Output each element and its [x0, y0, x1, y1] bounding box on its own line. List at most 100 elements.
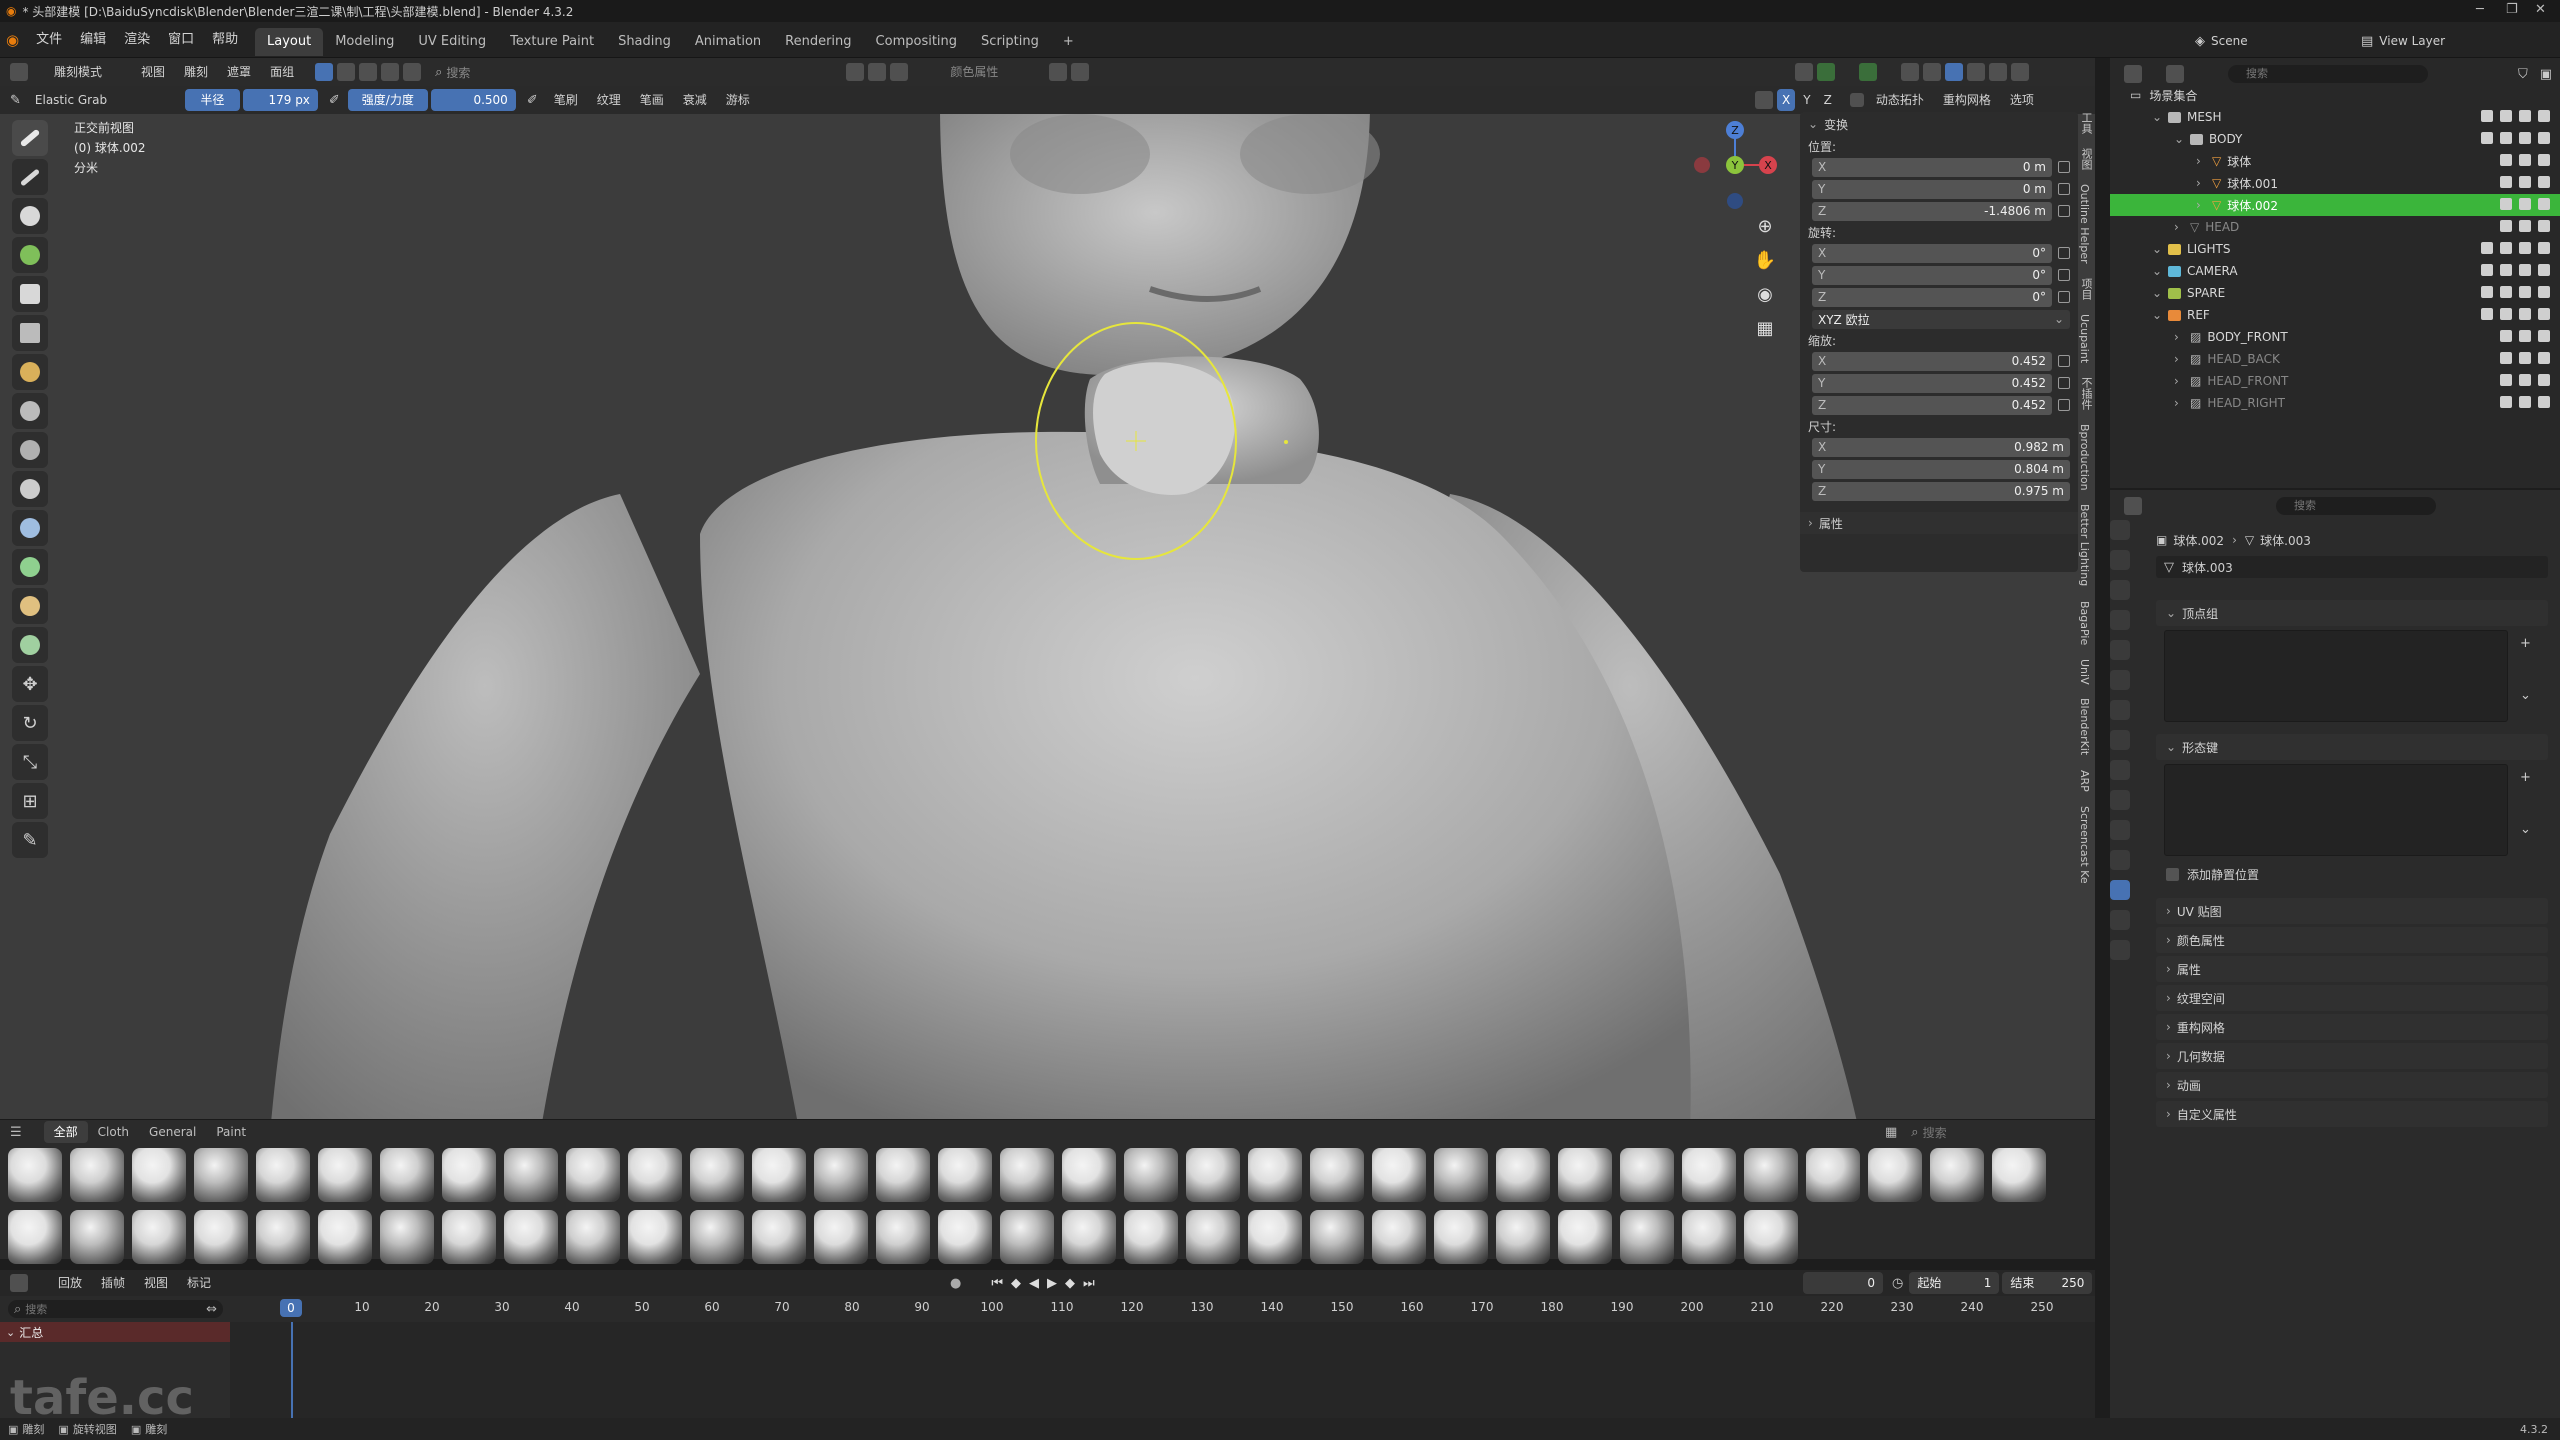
camera-render-icon[interactable]: [2538, 198, 2550, 210]
checkbox-icon[interactable]: [2481, 132, 2493, 144]
draw-brush-tool[interactable]: [12, 120, 48, 156]
outliner-row[interactable]: › ▨ HEAD_BACK: [2110, 348, 2560, 370]
mirror-x-toggle[interactable]: X: [1777, 89, 1796, 111]
checkbox-icon[interactable]: [2481, 242, 2493, 254]
xray-toggle-icon[interactable]: [1901, 63, 1919, 81]
brush-preset-tile[interactable]: [1372, 1210, 1426, 1264]
end-frame-field[interactable]: 结束 250: [2002, 1272, 2093, 1294]
radius-field[interactable]: 179 px: [242, 89, 318, 111]
expand-chevron-icon[interactable]: ⌄: [2152, 110, 2162, 124]
brush-preset-tile[interactable]: [1868, 1148, 1922, 1202]
grab-brush-tool[interactable]: [12, 198, 48, 234]
camera-render-icon[interactable]: [2538, 374, 2550, 386]
dyntopo-dropdown[interactable]: 动态拓扑: [1868, 89, 1932, 111]
mode-selector[interactable]: 雕刻模式: [46, 61, 110, 83]
brush-preset-tile[interactable]: [1372, 1148, 1426, 1202]
brush-preset-tile[interactable]: [8, 1148, 62, 1202]
scale-x-field[interactable]: X 0.452: [1812, 351, 2052, 371]
scale-tool[interactable]: ⤡: [12, 744, 48, 780]
minimize-button[interactable]: ─: [2476, 2, 2484, 17]
filter-icon[interactable]: [868, 63, 887, 81]
outliner-row[interactable]: › ▨ HEAD_RIGHT: [2110, 392, 2560, 414]
brush-preset-tile[interactable]: [1000, 1148, 1054, 1202]
camera-render-icon[interactable]: [2538, 154, 2550, 166]
timeline-ruler[interactable]: ⌕ 搜索 ⇔ 10 20 30 40 50 60 70 80 90 100 110 120 130 140…: [0, 1296, 2095, 1322]
select-arrow-icon[interactable]: [2500, 220, 2512, 232]
shading-options-icon[interactable]: [2011, 63, 2029, 81]
tab-rendering[interactable]: Rendering: [773, 28, 863, 56]
eye-icon[interactable]: [2519, 308, 2531, 320]
brush-preset-tile[interactable]: [1062, 1148, 1116, 1202]
expand-chevron-icon[interactable]: ⌄: [2174, 132, 2184, 146]
rotate-tool[interactable]: ↻: [12, 705, 48, 741]
brush-preset-tile[interactable]: [1682, 1148, 1736, 1202]
color-attribute-dropdown[interactable]: 颜色属性: [942, 61, 1006, 83]
current-frame-field[interactable]: 0: [1803, 1272, 1883, 1294]
camera-render-icon[interactable]: [2538, 396, 2550, 408]
overlays-icon[interactable]: [1859, 63, 1877, 81]
lock-icon[interactable]: [2058, 205, 2070, 217]
menu-file[interactable]: 文件: [27, 22, 71, 58]
start-frame-field[interactable]: 起始 1: [1909, 1272, 2000, 1294]
add-shape-key-button[interactable]: +: [2520, 770, 2531, 785]
menu-brush[interactable]: 笔刷: [546, 89, 586, 111]
color-filter-tool[interactable]: [12, 549, 48, 585]
brush-preset-tile[interactable]: [1620, 1148, 1674, 1202]
brush-preset-tile[interactable]: [1992, 1148, 2046, 1202]
shading-solid-icon[interactable]: [1945, 63, 1963, 81]
outliner-row[interactable]: ⌄ MESH: [2110, 106, 2560, 128]
outliner-row[interactable]: ⌄ BODY: [2110, 128, 2560, 150]
properties-section[interactable]: › 几何数据: [2156, 1043, 2548, 1069]
eye-icon[interactable]: [2519, 176, 2531, 188]
brush-preset-tile[interactable]: [1186, 1148, 1240, 1202]
scene-collection-label[interactable]: 场景集合: [2149, 87, 2197, 104]
brush-preset-tile[interactable]: [380, 1210, 434, 1264]
display-mode-icon[interactable]: [2166, 65, 2184, 83]
shield-icon[interactable]: [890, 63, 909, 81]
play-icon[interactable]: ▶: [1047, 1276, 1057, 1291]
strength-field[interactable]: 0.500: [430, 89, 516, 111]
sidebar-tab-bproduction[interactable]: Bproduction: [2078, 424, 2091, 491]
menu-timeline-view[interactable]: 视图: [136, 1272, 176, 1294]
mirror-icon[interactable]: [1755, 91, 1773, 109]
annotate-tool[interactable]: ✎: [12, 822, 48, 858]
tab-compositing[interactable]: Compositing: [864, 28, 970, 56]
select-arrow-icon[interactable]: [2500, 242, 2512, 254]
brush-preset-tile[interactable]: [380, 1148, 434, 1202]
select-arrow-icon[interactable]: [2500, 396, 2512, 408]
mask-tool[interactable]: [12, 276, 48, 312]
outliner-row[interactable]: ⌄ CAMERA: [2110, 260, 2560, 282]
eye-icon[interactable]: [2519, 264, 2531, 276]
properties-editor-icon[interactable]: [2124, 497, 2142, 515]
camera-render-icon[interactable]: [2538, 264, 2550, 276]
swap-icon[interactable]: ⇔: [206, 1302, 217, 1317]
menu-playback[interactable]: 回放: [50, 1272, 90, 1294]
eye-icon[interactable]: [2519, 374, 2531, 386]
select-arrow-icon[interactable]: [2500, 308, 2512, 320]
move-tool[interactable]: ✥: [12, 666, 48, 702]
brush-preset-tile[interactable]: [256, 1210, 310, 1264]
brush-selector[interactable]: Elastic Grab: [27, 89, 167, 111]
play-reverse-icon[interactable]: ◀: [1029, 1276, 1039, 1291]
brush-preset-tile[interactable]: [1248, 1148, 1302, 1202]
properties-section[interactable]: › 重构网格: [2156, 1014, 2548, 1040]
options-dropdown[interactable]: 选项: [2002, 89, 2042, 111]
expand-chevron-icon[interactable]: ⌄: [2152, 286, 2162, 300]
brush-preset-tile[interactable]: [690, 1148, 744, 1202]
shelf-display-icon[interactable]: ▦: [1885, 1125, 1897, 1140]
location-y-field[interactable]: Y0 m: [1812, 179, 2052, 199]
brush-preset-tile[interactable]: [566, 1210, 620, 1264]
sidebar-tab-ucupaint[interactable]: Ucupaint: [2078, 314, 2091, 363]
outliner-row[interactable]: › ▽ 球体: [2110, 150, 2560, 172]
eye-icon[interactable]: [2519, 330, 2531, 342]
brush-preset-tile[interactable]: [752, 1210, 806, 1264]
menu-view[interactable]: 视图: [133, 61, 173, 83]
shelf-tab-all[interactable]: 全部: [43, 1121, 88, 1143]
sidebar-tab-univ[interactable]: UniV: [2078, 659, 2091, 685]
lock-icon[interactable]: [2058, 399, 2070, 411]
sharp-brush-tool[interactable]: [12, 159, 48, 195]
menu-cursor[interactable]: 游标: [718, 89, 758, 111]
lock-icon[interactable]: [2058, 291, 2070, 303]
brush-preset-tile[interactable]: [1558, 1148, 1612, 1202]
expand-chevron-icon[interactable]: ›: [2196, 198, 2206, 212]
